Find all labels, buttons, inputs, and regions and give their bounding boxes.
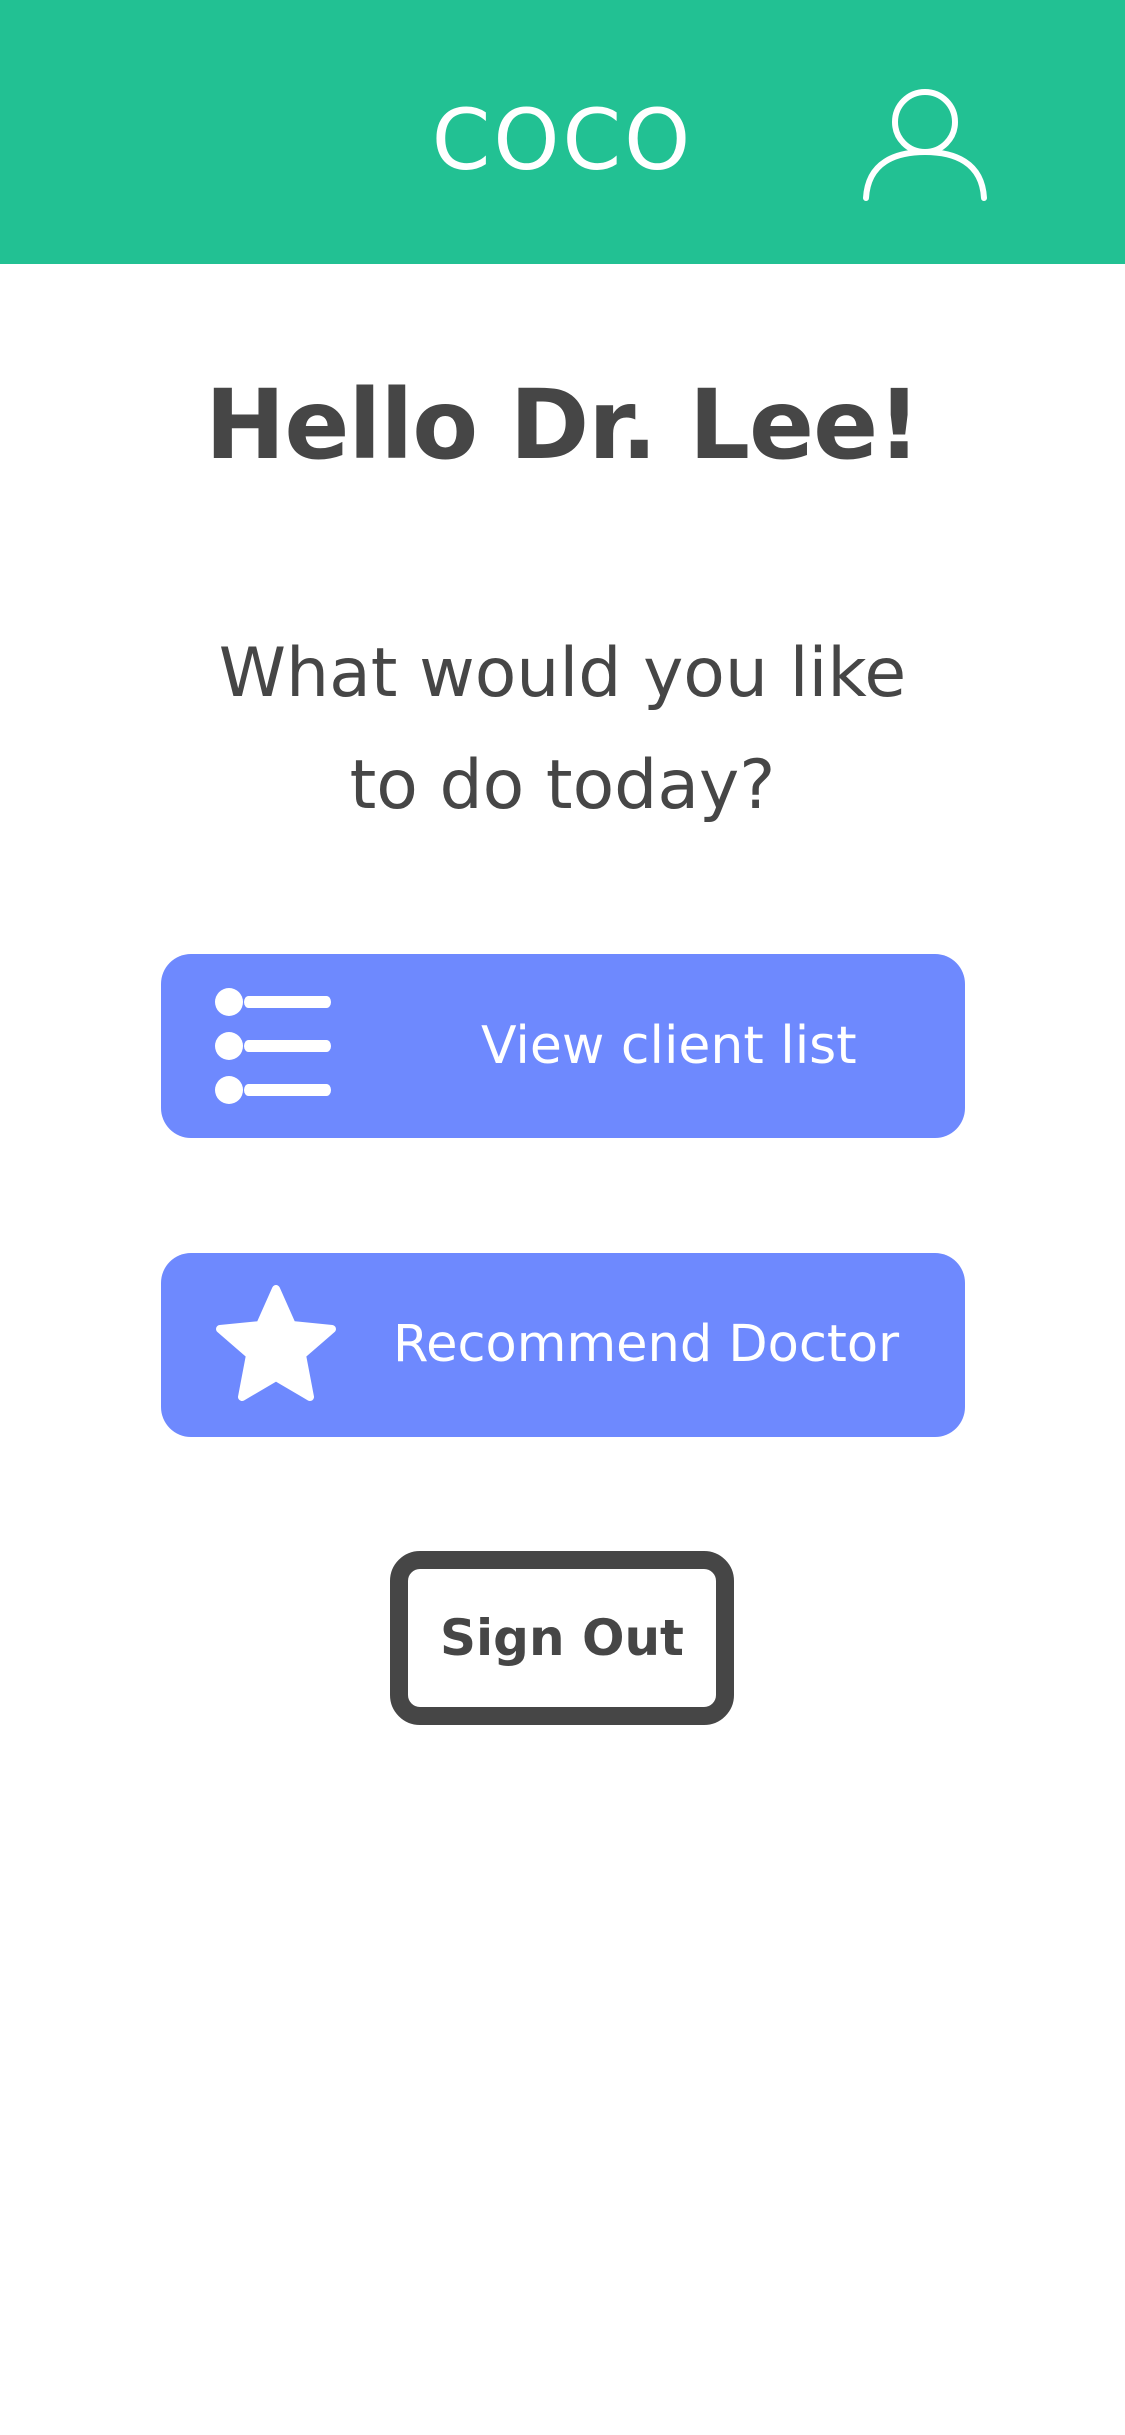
list-icon xyxy=(214,986,338,1106)
prompt-line-2: to do today? xyxy=(349,746,776,825)
app-header: COCO xyxy=(0,0,1125,264)
prompt-text: What would you like to do today? xyxy=(150,618,975,842)
star-icon xyxy=(214,1285,338,1405)
sign-out-button[interactable]: Sign Out xyxy=(390,1551,734,1725)
view-client-list-button[interactable]: View client list xyxy=(161,954,965,1138)
home-screen: COCO Hello Dr. Lee! What would you like … xyxy=(0,0,1125,2435)
view-client-list-label: View client list xyxy=(481,1016,857,1076)
profile-button[interactable] xyxy=(862,80,988,206)
prompt-line-1: What would you like xyxy=(218,634,907,713)
greeting-heading: Hello Dr. Lee! xyxy=(204,369,921,481)
user-outline-icon xyxy=(863,89,987,201)
recommend-doctor-label: Recommend Doctor xyxy=(393,1315,900,1374)
recommend-doctor-button[interactable]: Recommend Doctor xyxy=(161,1253,965,1437)
sign-out-label: Sign Out xyxy=(440,1609,684,1667)
